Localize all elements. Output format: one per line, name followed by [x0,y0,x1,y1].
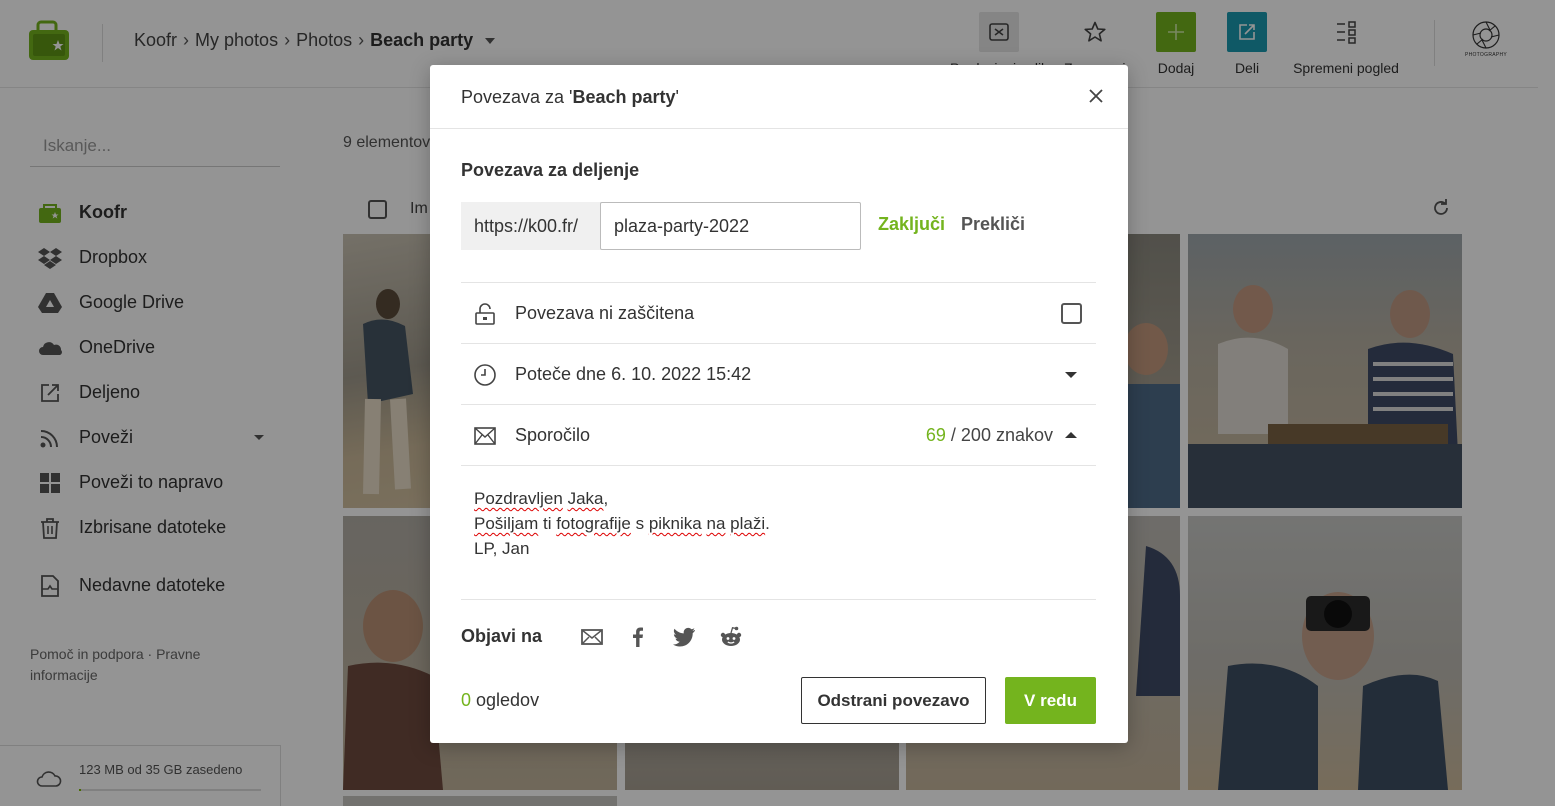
cancel-edit-button[interactable]: Prekliči [961,214,1025,235]
facebook-icon[interactable] [626,625,650,649]
envelope-icon [473,424,497,448]
message-word: , [603,489,609,508]
chevron-down-icon[interactable] [1065,372,1077,378]
password-protection-row[interactable]: Povezava ni zaščitena [461,282,1096,343]
dialog-title-suffix: ' [675,87,679,107]
message-word: s [630,514,649,533]
share-on-label: Objavi na [461,626,543,646]
dialog-title-name: Beach party [572,87,676,107]
dialog-title-prefix: Povezava za ' [461,87,573,107]
message-word: . [765,514,770,533]
message-line: LP, Jan [474,539,530,558]
message-word: plaži [730,514,766,533]
message-label: Sporočilo [515,425,591,445]
dialog-title: Povezava za 'Beach party' [461,87,679,108]
message-char-count: 69 [925,425,946,445]
dialog-header: Povezava za 'Beach party' [430,65,1128,129]
views-counter: 0 ogledov [461,690,539,711]
expiry-label: Poteče dne 6. 10. 2022 15:42 [515,364,752,384]
link-slug-input[interactable] [600,202,861,250]
chevron-up-icon[interactable] [1065,432,1077,438]
share-link-dialog: Povezava za 'Beach party' Povezava za de… [430,65,1128,743]
protection-label: Povezava ni zaščitena [515,303,695,323]
reddit-icon[interactable] [719,625,743,649]
close-icon[interactable] [1086,86,1106,106]
url-prefix: https://k00.fr/ [461,202,601,250]
lock-link-button[interactable]: Zaključi [878,214,945,235]
views-label: ogledov [471,690,540,710]
protection-checkbox[interactable] [1061,303,1082,324]
message-word: Jaka [567,489,604,508]
ok-button[interactable]: V redu [1005,677,1096,724]
message-row[interactable]: Sporočilo 69 / 200 znakov [461,404,1096,465]
message-word: fotografije [556,514,631,533]
email-share-icon[interactable] [580,625,604,649]
message-line: Pošiljam ti fotografije s piknika na pla… [474,511,1083,536]
message-word: Pozdravljen [474,489,563,508]
share-link-section-title: Povezava za deljenje [461,160,640,180]
message-word: na [706,514,726,533]
message-word: piknika [648,514,702,533]
message-line: Pozdravljen Jaka, [474,486,1083,511]
message-textarea[interactable]: Pozdravljen Jaka, Pošiljam ti fotografij… [461,465,1096,600]
expiry-row[interactable]: Poteče dne 6. 10. 2022 15:42 [461,343,1096,404]
twitter-icon[interactable] [672,625,696,649]
remove-link-button[interactable]: Odstrani povezavo [801,677,986,724]
message-word: ti [538,514,557,533]
message-char-max: / 200 znakov [945,425,1053,445]
unlock-icon [473,302,497,326]
message-word: Pošiljam [474,514,539,533]
clock-icon [473,363,497,387]
views-count: 0 [461,690,472,710]
message-char-counter: 69 / 200 znakov [926,425,1053,446]
